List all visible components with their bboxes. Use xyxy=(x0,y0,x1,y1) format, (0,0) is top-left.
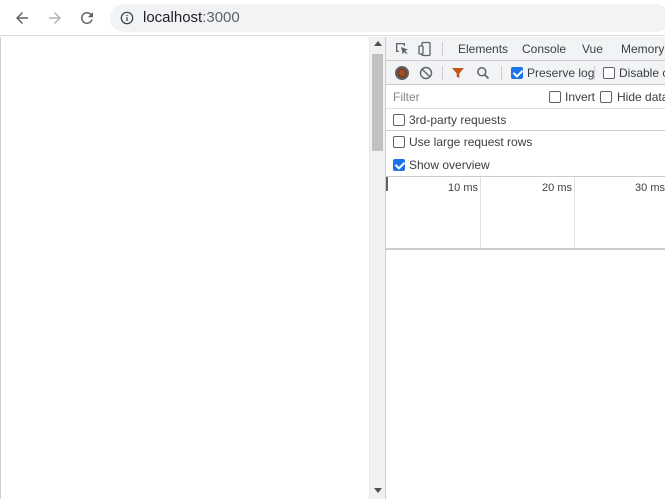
overview-left-handle[interactable] xyxy=(386,177,388,191)
show-overview-checkbox[interactable] xyxy=(393,159,405,171)
reload-icon xyxy=(80,11,93,24)
toolbar-divider xyxy=(442,42,443,56)
clear-icon[interactable] xyxy=(419,66,433,80)
third-party-requests-checkbox[interactable] xyxy=(393,114,405,126)
inspect-element-icon[interactable] xyxy=(394,41,410,57)
record-button[interactable] xyxy=(395,66,409,80)
info-circle-icon[interactable] xyxy=(120,11,134,25)
url-text[interactable]: localhost:3000 xyxy=(143,9,240,27)
reload-button[interactable] xyxy=(75,6,99,30)
page-scrollbar[interactable] xyxy=(369,37,385,499)
tab-elements[interactable]: Elements xyxy=(458,42,508,56)
scroll-thumb[interactable] xyxy=(372,54,383,151)
hide-data-urls-label[interactable]: Hide data xyxy=(617,90,665,104)
large-request-rows-label[interactable]: Use large request rows xyxy=(409,135,532,149)
address-bar[interactable]: localhost:3000 xyxy=(110,4,665,32)
show-overview-label[interactable]: Show overview xyxy=(409,158,490,172)
timeline-tick-label: 30 ms xyxy=(635,182,665,194)
url-host: localhost xyxy=(143,9,203,26)
back-button[interactable] xyxy=(10,6,34,30)
tab-memory[interactable]: Memory xyxy=(621,42,664,56)
arrow-left-icon xyxy=(16,12,28,24)
timeline-tick-label: 10 ms xyxy=(448,182,478,194)
timeline-tick-label: 20 ms xyxy=(542,182,572,194)
disable-cache-checkbox[interactable] xyxy=(603,67,615,79)
invert-label[interactable]: Invert xyxy=(565,90,595,104)
device-toolbar-icon[interactable] xyxy=(417,41,433,57)
preserve-log-label[interactable]: Preserve log xyxy=(527,66,594,80)
invert-checkbox[interactable] xyxy=(549,91,561,103)
devtools-tab-bar: Elements Console Vue Memory xyxy=(386,37,665,61)
disable-cache-label[interactable]: Disable ca xyxy=(619,66,665,80)
network-overview-timeline[interactable]: 10 ms 20 ms 30 ms xyxy=(386,177,665,250)
network-toolbar: Preserve log Disable ca xyxy=(386,61,665,85)
url-port: :3000 xyxy=(202,9,240,26)
third-party-row: 3rd-party requests xyxy=(386,109,665,131)
filter-input[interactable] xyxy=(389,88,537,105)
tab-vue[interactable]: Vue xyxy=(582,42,603,56)
large-rows-row: Use large request rows xyxy=(386,131,665,154)
requests-list-area xyxy=(386,250,665,499)
show-overview-row: Show overview xyxy=(386,154,665,177)
browser-toolbar: localhost:3000 xyxy=(0,0,665,36)
devtools-panel: Elements Console Vue Memory Preserve log… xyxy=(385,37,665,499)
large-request-rows-checkbox[interactable] xyxy=(393,136,405,148)
page-viewport xyxy=(0,37,385,499)
timeline-grid-line xyxy=(574,177,575,248)
forward-button[interactable] xyxy=(43,6,67,30)
filter-row: Invert Hide data xyxy=(386,85,665,109)
toolbar-divider xyxy=(442,66,443,80)
search-icon[interactable] xyxy=(476,66,490,80)
timeline-grid-line xyxy=(480,177,481,248)
filter-funnel-icon[interactable] xyxy=(451,66,465,80)
scroll-up-arrow-icon[interactable] xyxy=(374,41,382,46)
scroll-down-arrow-icon[interactable] xyxy=(374,488,382,493)
tab-console[interactable]: Console xyxy=(522,42,566,56)
toolbar-divider xyxy=(501,66,502,80)
arrow-right-icon xyxy=(49,12,61,24)
toolbar-divider xyxy=(594,66,595,80)
third-party-requests-label[interactable]: 3rd-party requests xyxy=(409,113,506,127)
hide-data-urls-checkbox[interactable] xyxy=(600,91,612,103)
preserve-log-checkbox[interactable] xyxy=(511,67,523,79)
